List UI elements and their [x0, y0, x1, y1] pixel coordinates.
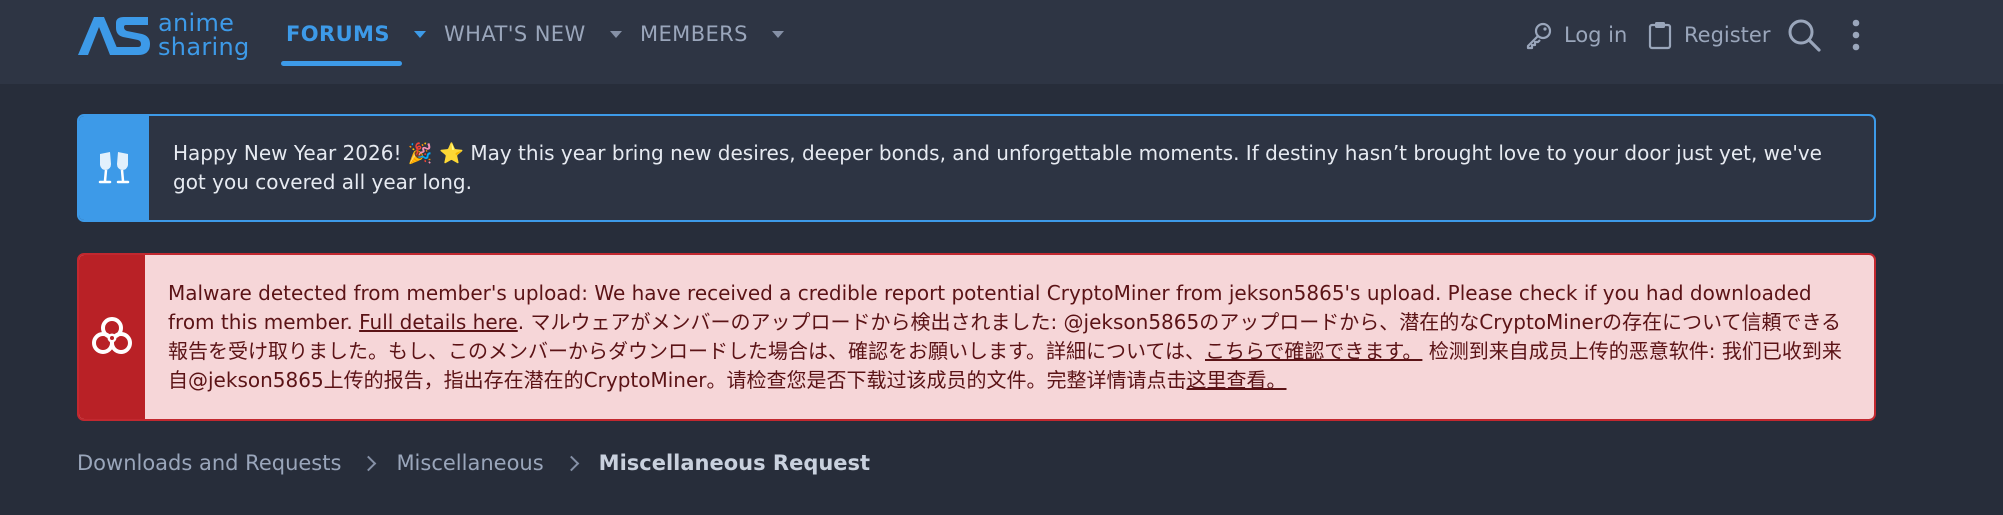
register-label: Register: [1684, 23, 1771, 47]
cheers-icon: [98, 152, 130, 184]
chevron-down-icon[interactable]: [771, 30, 784, 38]
more-menu-button[interactable]: [1850, 18, 1862, 56]
search-icon: [1788, 19, 1821, 52]
nav-tab-whats-new[interactable]: WHAT'S NEW: [444, 0, 622, 68]
notice-icon-panel: [79, 255, 145, 419]
malware-warning-notice: Malware detected from member's upload: W…: [77, 253, 1876, 421]
logo-word-anime: anime: [158, 9, 235, 37]
new-year-notice-text: Happy New Year 2026! 🎉 ⭐ May this year b…: [173, 141, 1822, 194]
nav-tab-forums[interactable]: FORUMS: [286, 0, 426, 68]
breadcrumb-item-downloads[interactable]: Downloads and Requests: [77, 451, 341, 475]
chevron-down-icon[interactable]: [413, 30, 426, 38]
logo-mark-icon: [78, 17, 150, 55]
breadcrumb-item-miscellaneous[interactable]: Miscellaneous: [396, 451, 543, 475]
more-vertical-icon: [1852, 19, 1860, 51]
clipboard-icon: [1648, 22, 1672, 50]
login-label: Log in: [1564, 23, 1628, 47]
site-header: anime sharing FORUMS WHAT'S NEW MEMBERS …: [0, 0, 2003, 84]
breadcrumb-current[interactable]: Miscellaneous Request: [599, 451, 870, 475]
breadcrumb: Downloads and Requests Miscellaneous Mis…: [77, 451, 870, 475]
details-link-japanese[interactable]: こちらで確認できます。: [1205, 339, 1422, 363]
details-link-chinese[interactable]: 这里查看。: [1187, 368, 1287, 392]
chevron-right-icon: [361, 455, 377, 471]
nav-tab-label: FORUMS: [286, 22, 390, 46]
nav-tab-label: WHAT'S NEW: [444, 22, 586, 46]
nav-tab-label: MEMBERS: [640, 22, 748, 46]
notice-icon-panel: [79, 116, 149, 220]
key-icon: [1526, 22, 1552, 50]
full-details-link[interactable]: Full details here: [359, 310, 518, 334]
active-tab-indicator: [281, 61, 402, 66]
search-button[interactable]: [1786, 17, 1822, 57]
login-link[interactable]: Log in: [1524, 14, 1627, 56]
biohazard-icon: [92, 317, 132, 354]
new-year-notice: Happy New Year 2026! 🎉 ⭐ May this year b…: [77, 114, 1876, 222]
register-link[interactable]: Register: [1646, 14, 1770, 56]
nav-tab-members[interactable]: MEMBERS: [640, 0, 784, 68]
chevron-right-icon: [563, 455, 579, 471]
chevron-down-icon[interactable]: [609, 30, 622, 38]
malware-notice-text: Malware detected from member's upload: W…: [168, 279, 1846, 395]
site-logo[interactable]: anime sharing: [76, 10, 250, 60]
logo-word-sharing: sharing: [158, 33, 250, 61]
logo-wordmark: anime sharing: [158, 11, 250, 59]
